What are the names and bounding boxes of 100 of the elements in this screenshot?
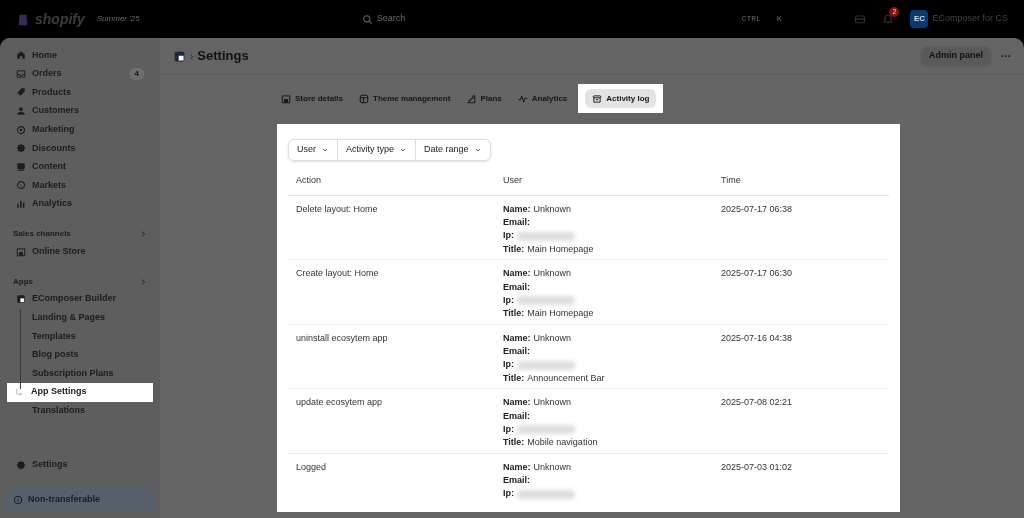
sidebar-item[interactable]: Markets [8,176,152,195]
field-value: Mobile navigation [527,436,598,450]
field-value: Main Homepage [527,307,594,321]
house-icon [16,50,26,61]
count-badge: 4 [129,67,144,80]
person-icon [16,106,26,117]
field-label: Name: [503,267,531,281]
target-icon [16,124,26,135]
field-label: Email: [503,280,530,294]
search-field[interactable]: Search [376,12,677,26]
sidebar-item[interactable]: Translations [8,401,152,421]
chevron-icon [139,230,147,239]
search-icon [361,13,373,25]
page-title: Settings [197,47,249,66]
field-value: Main Homepage [527,242,594,256]
sidebar-item[interactable]: Content [8,157,152,177]
sidebar-item[interactable]: App Settings [7,382,153,402]
sidebar-item[interactable]: Online Store [8,242,152,261]
table-cell-text: 2025-07-08 02:21 [721,396,794,410]
bar-chart-icon [16,199,26,210]
filter-dropdown[interactable]: Activity type [337,139,416,160]
section-heading: Sales channels [13,228,71,241]
table-cell-text: 2025-07-17 06:30 [721,267,794,281]
table-cell-text: 2025-07-03 01:02 [721,460,794,474]
field-value: Unknown [533,267,572,281]
field-label: Email: [503,216,530,230]
field-label: Email: [503,474,530,488]
filter-dropdown[interactable]: Date range [415,139,490,160]
field-label: Title: [503,436,525,450]
field-label: Email: [503,345,530,359]
field-label: Title: [503,307,525,321]
storefront-icon [16,246,26,257]
shortcut-key: K [776,13,782,25]
more-button[interactable]: ··· [1001,48,1011,64]
sidebar-item[interactable]: Subscription Plans [8,364,152,383]
field-value: Unknown [533,460,572,474]
sidebar-item[interactable]: Products [8,83,152,102]
section-heading: Apps [13,275,33,288]
sidebar-item[interactable]: Analytics [8,194,152,214]
chevron-icon [139,277,147,286]
sidebar-item[interactable]: EComposer Builder [8,289,152,309]
app-icon [173,49,186,63]
wave-icon [517,93,528,104]
tag-icon [16,87,26,98]
field-value: Unknown [533,331,572,345]
field-label: Ip: [503,423,514,436]
badge-icon [16,459,26,470]
tab[interactable]: Store details [276,92,348,105]
field-label: Name: [503,202,531,216]
archive-icon [592,93,603,104]
tree-arrow-icon [15,388,24,398]
field-label: Ip: [503,358,514,372]
field-value: Unknown [533,396,572,410]
table-cell-text: update ecosytem app [296,396,384,410]
field-label: Name: [503,331,531,345]
table-cell-text: 2025-07-17 06:38 [721,202,794,216]
column-header: Action [296,173,322,187]
column-header: Time [721,173,742,187]
globe-icon [16,180,26,191]
field-label: Name: [503,460,531,474]
storefront-icon [281,93,291,104]
field-label: Ip: [503,294,514,307]
sidebar-item[interactable]: Blog posts [8,345,152,365]
field-label: Email: [503,409,530,423]
bag-logo-icon [16,12,30,26]
app-icon [16,294,26,305]
table-cell-text: Delete layout: Home [296,202,379,216]
table-cell-text: uninstall ecosytem app [296,331,389,345]
field-label: Name: [503,396,531,410]
sidebar-item[interactable]: Home [8,46,152,65]
breadcrumb-separator: › [190,49,194,64]
admin-panel-button[interactable]: Admin panel [921,47,991,65]
sidebar-item[interactable]: Templates [8,327,152,346]
tab[interactable]: Theme management [354,92,456,105]
table-cell-text: 2025-07-16 04:38 [721,331,794,345]
table-cell-text: Create layout: Home [296,267,380,281]
sidebar-item[interactable]: Settings [8,455,152,474]
field-value: Unknown [533,202,572,216]
tab[interactable]: Plans [461,92,507,105]
badge-icon [16,143,26,154]
sidebar-item[interactable]: Orders 4 [8,64,152,84]
sidebar-item[interactable]: Landing & Pages [8,308,152,328]
sidebar-item[interactable]: Discounts [8,138,152,158]
tray-icon [16,68,26,79]
field-label: Title: [503,371,525,385]
field-label: Ip: [503,487,514,501]
tab[interactable]: Activity log [578,84,664,113]
filter-dropdown[interactable]: User [289,139,337,160]
brand-name: shopify [35,9,85,29]
field-value: Announcement Bar [527,371,605,385]
tab[interactable]: Analytics [512,92,573,105]
image-icon [16,161,26,172]
field-label: Title: [503,242,525,256]
inbox-icon [854,13,867,25]
notice-text: Non-transferable [28,493,100,507]
sidebar-item[interactable]: Customers [8,101,152,121]
column-header: User [503,173,523,187]
sidebar-item[interactable]: Marketing [8,120,152,139]
shortcut-key: CTRL [741,13,761,25]
stairs-icon [466,93,477,104]
